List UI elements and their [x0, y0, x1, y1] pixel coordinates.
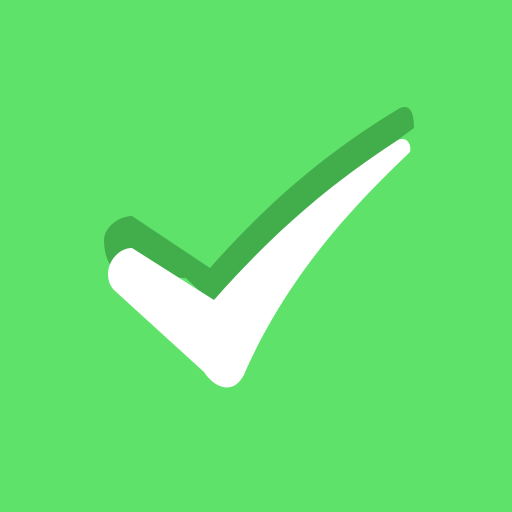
checkmark-icon: [104, 106, 414, 388]
app-icon: [0, 0, 512, 512]
checkmark-face: [108, 138, 411, 388]
